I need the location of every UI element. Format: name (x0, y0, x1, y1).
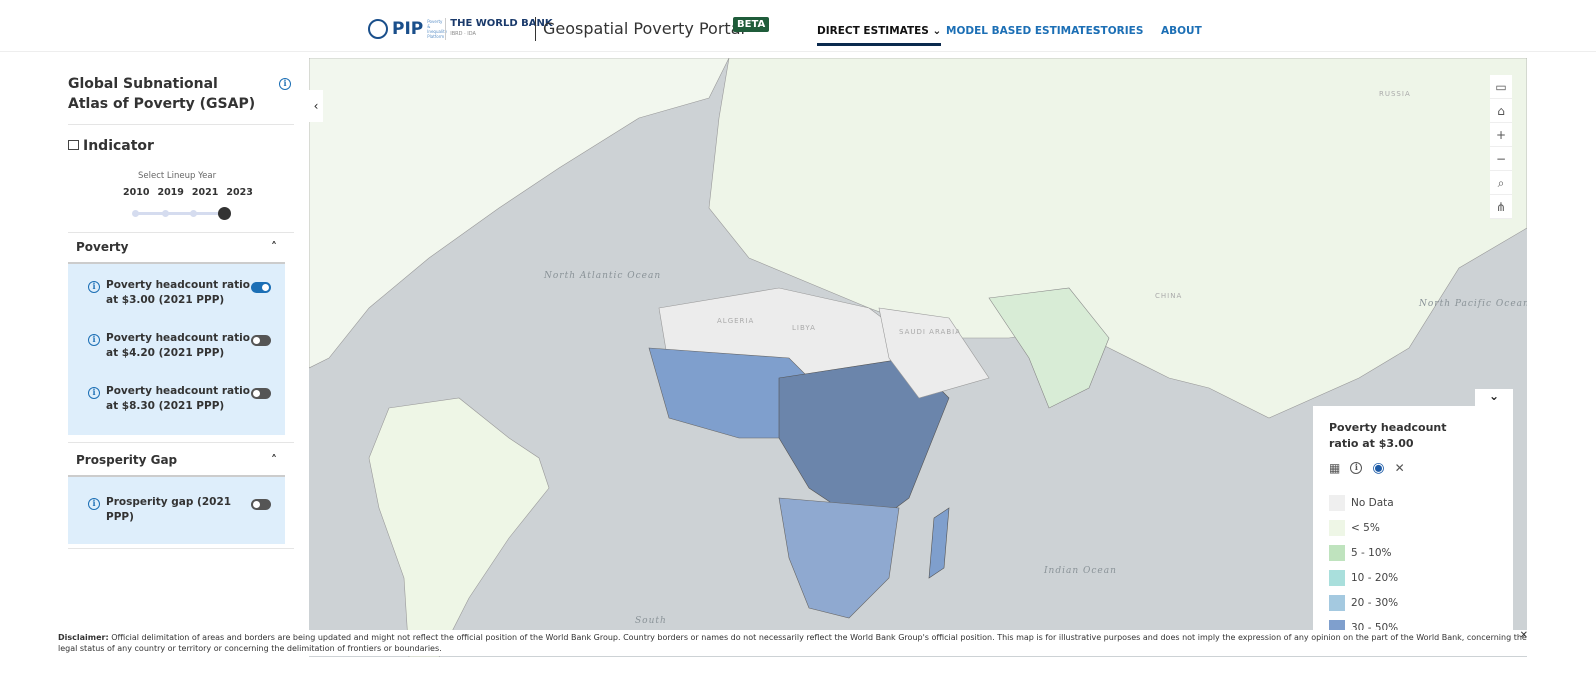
pip-logo[interactable]: PIP Poverty & Inequality Platform THE WO… (368, 18, 553, 40)
prosperity-section-header[interactable]: Prosperity Gap ˄ (68, 447, 285, 477)
legend-collapse-button[interactable]: ⌄ (1475, 389, 1513, 407)
country-label-russia: RUSSIA (1379, 90, 1411, 98)
basemap-icon[interactable]: ▭ (1490, 75, 1512, 99)
logo-sub: Poverty & Inequality Platform (427, 19, 448, 39)
logo-text: PIP (392, 19, 424, 39)
toggle-switch[interactable] (251, 282, 271, 293)
legend-item: 10 - 20% (1329, 565, 1497, 590)
toggle-switch[interactable] (251, 388, 271, 399)
info-icon[interactable]: i (279, 78, 291, 90)
year-label: Select Lineup Year (138, 171, 217, 181)
country-label-saudi-arabia: SAUDI ARABIA (899, 328, 961, 336)
zoom-in-icon[interactable]: + (1490, 123, 1512, 147)
share-icon[interactable]: ⋔ (1490, 195, 1512, 219)
toggle-switch[interactable] (251, 335, 271, 346)
ocean-label-indian: Indian Ocean (1043, 566, 1117, 576)
prosperity-section: Prosperity Gap ˄ i Prosperity gap (2021 PP… (68, 447, 285, 544)
indicator-heading: Indicator (68, 138, 154, 154)
opacity-icon[interactable]: ▦ (1329, 461, 1340, 475)
indicator-item: i Poverty headcount ratio at $4.20 (2021 … (68, 331, 285, 384)
year-ticks: 2010 2019 2021 2023 (123, 187, 253, 198)
home-icon[interactable]: ⌂ (1490, 99, 1512, 123)
nav-stories[interactable]: STORIES (1093, 25, 1143, 37)
legend-title: Poverty headcount ratio at $3.00 (1329, 421, 1447, 450)
ocean-label-south: South (635, 616, 667, 626)
search-icon[interactable]: ⌕ (1490, 171, 1512, 195)
legend-item: 20 - 30% (1329, 590, 1497, 615)
legend-item: 5 - 10% (1329, 540, 1497, 565)
eye-icon[interactable]: ◉ (1372, 460, 1384, 476)
globe-icon (368, 19, 388, 39)
country-label-china: CHINA (1155, 292, 1182, 300)
ocean-label-pacific: North Pacific Ocean (1418, 299, 1527, 309)
ocean-label-atlantic: North Atlantic Ocean (543, 271, 661, 281)
zoom-out-icon[interactable]: − (1490, 147, 1512, 171)
info-icon[interactable]: i (88, 498, 100, 510)
indicator-item: i Poverty headcount ratio at $3.00 (2021 … (68, 278, 285, 331)
map-legend: Poverty headcount ratio at $3.00 ▦ i ◉ ✕… (1313, 406, 1513, 646)
disclaimer: Disclaimer: Official delimitation of are… (58, 630, 1528, 656)
nav-direct-estimates[interactable]: DIRECT ESTIMATES ⌄ (817, 25, 942, 46)
close-disclaimer-icon[interactable]: ✕ (1520, 630, 1528, 641)
poverty-section-header[interactable]: Poverty ˄ (68, 234, 285, 264)
south-america (368, 397, 550, 657)
country-label-algeria: ALGERIA (717, 317, 754, 325)
sidebar: Global Subnational Atlas of Poverty (GSA… (58, 58, 308, 648)
chevron-up-icon: ˄ (271, 240, 277, 254)
southern-africa (778, 497, 900, 619)
indicator-item: i Poverty headcount ratio at $8.30 (2021 … (68, 384, 285, 437)
layers-icon (68, 140, 79, 150)
toggle-switch[interactable] (251, 499, 271, 510)
info-icon[interactable]: i (88, 334, 100, 346)
close-icon[interactable]: ✕ (1395, 461, 1405, 475)
country-label-libya: LIBYA (792, 324, 816, 332)
beta-badge: BETA (733, 17, 770, 32)
chevron-up-icon: ˄ (271, 453, 277, 467)
top-header: PIP Poverty & Inequality Platform THE WO… (0, 0, 1596, 52)
madagascar (928, 507, 950, 579)
legend-item: < 5% (1329, 515, 1497, 540)
nav-about[interactable]: ABOUT (1161, 25, 1202, 37)
poverty-section: Poverty ˄ i Poverty headcount ratio at $3.… (68, 234, 285, 435)
indicator-item: i Prosperity gap (2021 PPP) (68, 495, 285, 548)
year-slider[interactable] (132, 207, 231, 220)
legend-item: No Data (1329, 490, 1497, 515)
info-icon[interactable]: i (88, 281, 100, 293)
info-icon[interactable]: i (1350, 462, 1363, 474)
collapse-sidebar-button[interactable]: ‹ (309, 90, 323, 122)
nav-model-based-estimates[interactable]: MODEL BASED ESTIMATES (946, 25, 1100, 37)
info-icon[interactable]: i (88, 387, 100, 399)
slider-handle[interactable] (218, 207, 231, 220)
page-title: Global Subnational Atlas of Poverty (GSA… (68, 76, 256, 112)
portal-title: Geospatial Poverty Portal (535, 17, 745, 41)
